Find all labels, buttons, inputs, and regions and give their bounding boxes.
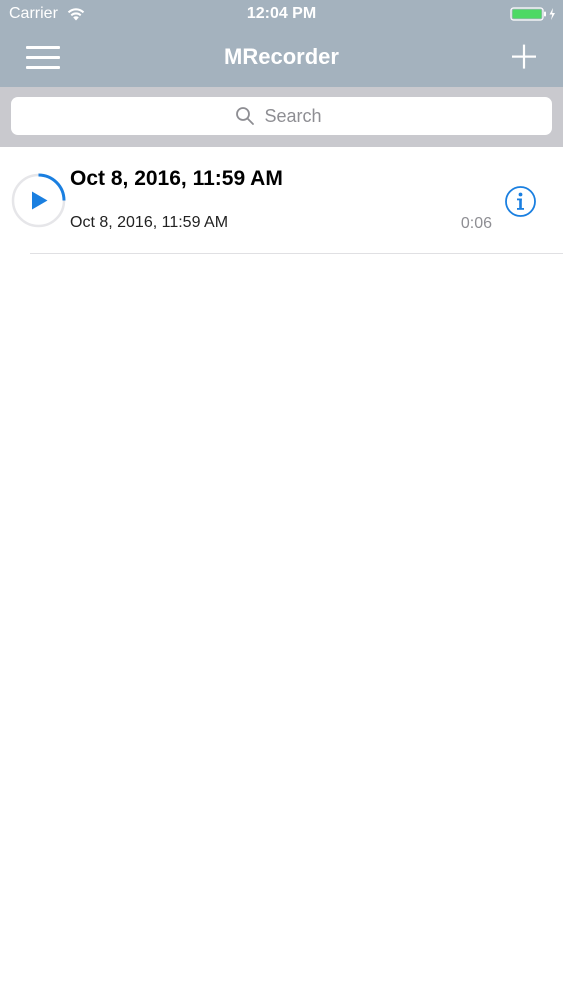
plus-icon[interactable] bbox=[500, 38, 544, 76]
row-separator bbox=[30, 253, 563, 254]
recordings-list: Oct 8, 2016, 11:59 AM Oct 8, 2016, 11:59… bbox=[0, 147, 563, 254]
page-title: MRecorder bbox=[224, 44, 339, 69]
search-bar bbox=[0, 87, 563, 147]
recording-duration: 0:06 bbox=[460, 215, 492, 232]
header: Carrier 12:04 PM MRecorder bbox=[0, 0, 563, 87]
search-icon bbox=[235, 107, 254, 125]
search-input[interactable] bbox=[264, 105, 329, 127]
recording-title: Oct 8, 2016, 11:59 AM bbox=[70, 167, 283, 190]
battery-charging-icon bbox=[510, 7, 555, 21]
navigation-bar: MRecorder bbox=[0, 28, 563, 87]
search-field[interactable] bbox=[11, 97, 552, 135]
recording-date: Oct 8, 2016, 11:59 AM bbox=[70, 214, 229, 231]
hamburger-menu-icon[interactable] bbox=[20, 40, 68, 76]
status-time: 12:04 PM bbox=[246, 5, 317, 22]
recorder-screen: Carrier 12:04 PM MRecorder Search Oct 8,… bbox=[0, 0, 563, 1000]
info-icon[interactable] bbox=[504, 185, 537, 218]
list-item[interactable]: Oct 8, 2016, 11:59 AM Oct 8, 2016, 11:59… bbox=[0, 147, 563, 254]
status-bar: Carrier 12:04 PM bbox=[0, 0, 563, 28]
play-icon[interactable] bbox=[11, 173, 66, 228]
